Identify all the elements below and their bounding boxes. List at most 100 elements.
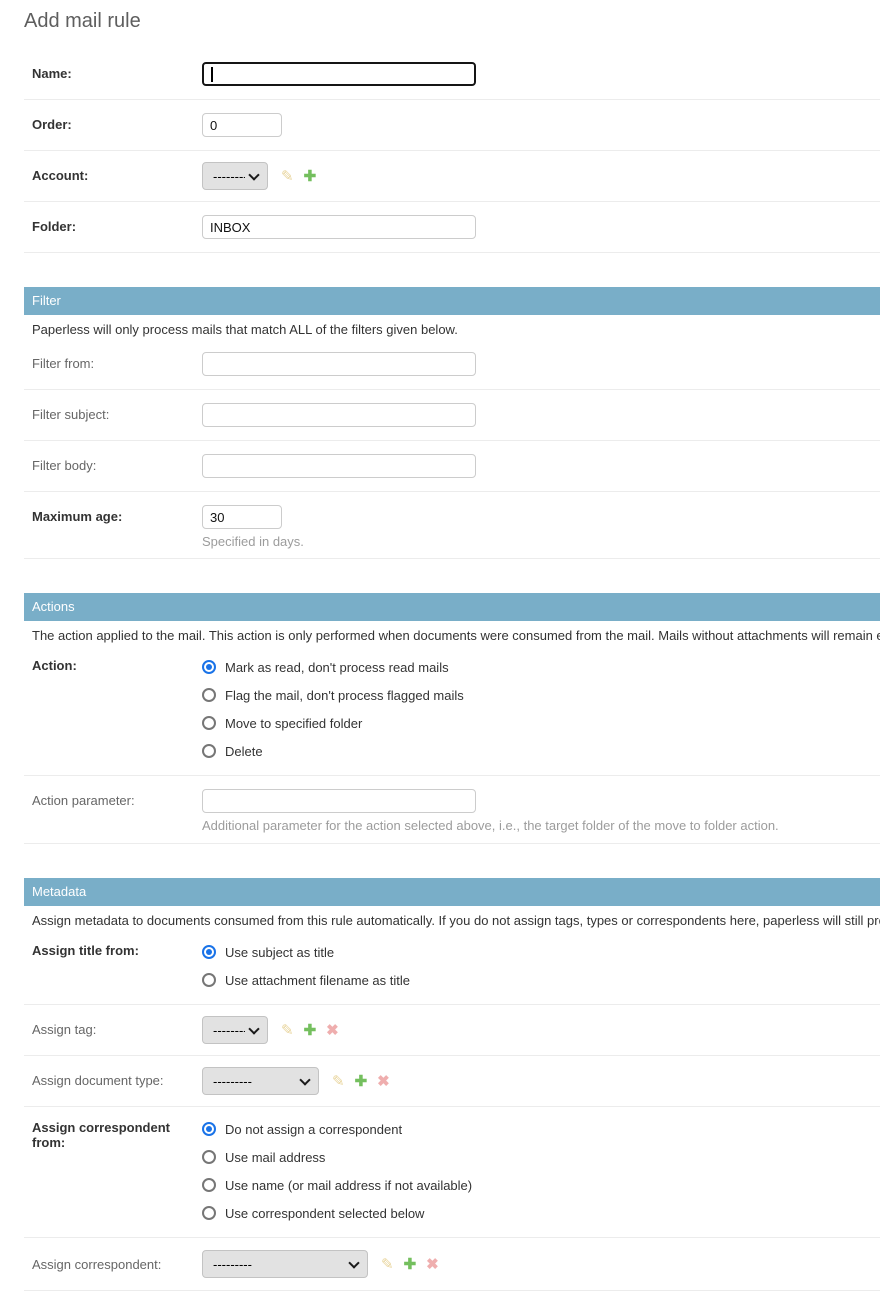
radio-option-name-or-mail[interactable]: Use name (or mail address if not availab…	[202, 1171, 880, 1199]
assign-title-from-label: Assign title from:	[32, 943, 139, 958]
metadata-section-header: Metadata	[24, 878, 880, 906]
radio-icon[interactable]	[202, 744, 216, 758]
radio-icon[interactable]	[202, 973, 216, 987]
assign-document-type-label: Assign document type:	[32, 1073, 164, 1088]
action-label: Action:	[32, 658, 77, 673]
name-input[interactable]	[202, 62, 476, 86]
folder-input[interactable]	[202, 215, 476, 239]
content-area: Add mail rule Name: Order:	[0, 0, 880, 1291]
add-document-type-icon[interactable]: ✚	[355, 1074, 368, 1089]
add-tag-icon[interactable]: ✚	[304, 1023, 317, 1038]
radio-option-label: Use attachment filename as title	[225, 973, 410, 988]
filter-from-label: Filter from:	[32, 356, 94, 371]
assign-correspondent-radio-group: Do not assign a correspondent Use mail a…	[202, 1107, 880, 1237]
assign-tag-row: Assign tag: --------- ✎ ✚ ✖	[24, 1005, 880, 1056]
radio-option-no-correspondent[interactable]: Do not assign a correspondent	[202, 1115, 880, 1143]
radio-option-label: Delete	[225, 744, 263, 759]
radio-icon[interactable]	[202, 688, 216, 702]
filter-from-input[interactable]	[202, 352, 476, 376]
actions-section-header: Actions	[24, 593, 880, 621]
account-row: Account: --------- ✎ ✚	[24, 151, 880, 202]
basic-fieldset: Name: Order: Accoun	[24, 49, 880, 253]
radio-option-label: Use correspondent selected below	[225, 1206, 424, 1221]
delete-correspondent-icon: ✖	[426, 1257, 439, 1272]
edit-tag-icon: ✎	[281, 1023, 294, 1038]
assign-title-from-row: Assign title from: Use subject as title …	[24, 930, 880, 1005]
assign-correspondent-label: Assign correspondent:	[32, 1257, 161, 1272]
radio-option-selected-below[interactable]: Use correspondent selected below	[202, 1199, 880, 1227]
radio-option-label: Use subject as title	[225, 945, 334, 960]
assign-correspondent-row: Assign correspondent: --------- ✎ ✚ ✖	[24, 1238, 880, 1291]
radio-option-label: Move to specified folder	[225, 716, 362, 731]
radio-option-flag-mail[interactable]: Flag the mail, don't process flagged mai…	[202, 681, 880, 709]
metadata-fieldset: Metadata Assign metadata to documents co…	[24, 878, 880, 1291]
assign-tag-select[interactable]: ---------	[202, 1016, 268, 1044]
delete-tag-icon: ✖	[326, 1023, 339, 1038]
radio-option-label: Use mail address	[225, 1150, 325, 1165]
radio-icon[interactable]	[202, 1178, 216, 1192]
page-title: Add mail rule	[24, 10, 880, 33]
action-parameter-help: Additional parameter for the action sele…	[202, 818, 880, 833]
filter-body-label: Filter body:	[32, 458, 96, 473]
mail-rule-form: Name: Order: Accoun	[24, 49, 880, 1291]
assign-tag-label: Assign tag:	[32, 1022, 96, 1037]
radio-option-label: Flag the mail, don't process flagged mai…	[225, 688, 464, 703]
filter-from-row: Filter from:	[24, 339, 880, 390]
filter-subject-input[interactable]	[202, 403, 476, 427]
add-correspondent-icon[interactable]: ✚	[404, 1257, 417, 1272]
actions-fieldset: Actions The action applied to the mail. …	[24, 593, 880, 844]
maximum-age-help: Specified in days.	[202, 534, 880, 549]
radio-icon[interactable]	[202, 1150, 216, 1164]
filter-body-row: Filter body:	[24, 441, 880, 492]
action-parameter-input[interactable]	[202, 789, 476, 813]
edit-account-icon: ✎	[281, 169, 294, 184]
action-radio-group: Mark as read, don't process read mails F…	[202, 645, 880, 775]
radio-icon[interactable]	[202, 1122, 216, 1136]
assign-document-type-row: Assign document type: --------- ✎ ✚ ✖	[24, 1056, 880, 1107]
folder-label: Folder:	[32, 219, 76, 234]
edit-correspondent-icon: ✎	[381, 1257, 394, 1272]
action-row: Action: Mark as read, don't process read…	[24, 645, 880, 776]
filter-body-input[interactable]	[202, 454, 476, 478]
maximum-age-input[interactable]	[202, 505, 282, 529]
assign-correspondent-from-label: Assign correspondent from:	[32, 1120, 170, 1150]
account-label: Account:	[32, 168, 88, 183]
radio-option-label: Mark as read, don't process read mails	[225, 660, 449, 675]
radio-option-delete[interactable]: Delete	[202, 737, 880, 765]
action-parameter-label: Action parameter:	[32, 793, 135, 808]
action-parameter-row: Action parameter: Additional parameter f…	[24, 776, 880, 844]
radio-icon[interactable]	[202, 1206, 216, 1220]
filter-subject-label: Filter subject:	[32, 407, 109, 422]
filter-section-header: Filter	[24, 287, 880, 315]
radio-option-move-folder[interactable]: Move to specified folder	[202, 709, 880, 737]
delete-document-type-icon: ✖	[377, 1074, 390, 1089]
radio-option-label: Use name (or mail address if not availab…	[225, 1178, 472, 1193]
maximum-age-row: Maximum age: Specified in days.	[24, 492, 880, 559]
filter-section-description: Paperless will only process mails that m…	[32, 322, 880, 337]
order-label: Order:	[32, 117, 72, 132]
edit-document-type-icon: ✎	[332, 1074, 345, 1089]
assign-correspondent-select[interactable]: ---------	[202, 1250, 368, 1278]
text-caret	[211, 67, 213, 82]
radio-option-attachment-title[interactable]: Use attachment filename as title	[202, 966, 880, 994]
radio-option-mail-address[interactable]: Use mail address	[202, 1143, 880, 1171]
name-row: Name:	[24, 49, 880, 100]
filter-fieldset: Filter Paperless will only process mails…	[24, 287, 880, 559]
actions-section-description: The action applied to the mail. This act…	[32, 628, 880, 643]
assign-title-radio-group: Use subject as title Use attachment file…	[202, 930, 880, 1004]
radio-icon[interactable]	[202, 716, 216, 730]
order-row: Order:	[24, 100, 880, 151]
folder-row: Folder:	[24, 202, 880, 253]
radio-option-label: Do not assign a correspondent	[225, 1122, 402, 1137]
radio-option-subject-title[interactable]: Use subject as title	[202, 938, 880, 966]
add-account-icon[interactable]: ✚	[304, 169, 317, 184]
radio-icon[interactable]	[202, 660, 216, 674]
radio-option-mark-as-read[interactable]: Mark as read, don't process read mails	[202, 653, 880, 681]
metadata-section-description: Assign metadata to documents consumed fr…	[32, 913, 880, 928]
radio-icon[interactable]	[202, 945, 216, 959]
order-input[interactable]	[202, 113, 282, 137]
assign-correspondent-from-row: Assign correspondent from: Do not assign…	[24, 1107, 880, 1238]
account-select[interactable]: ---------	[202, 162, 268, 190]
maximum-age-label: Maximum age:	[32, 509, 122, 524]
assign-document-type-select[interactable]: ---------	[202, 1067, 319, 1095]
